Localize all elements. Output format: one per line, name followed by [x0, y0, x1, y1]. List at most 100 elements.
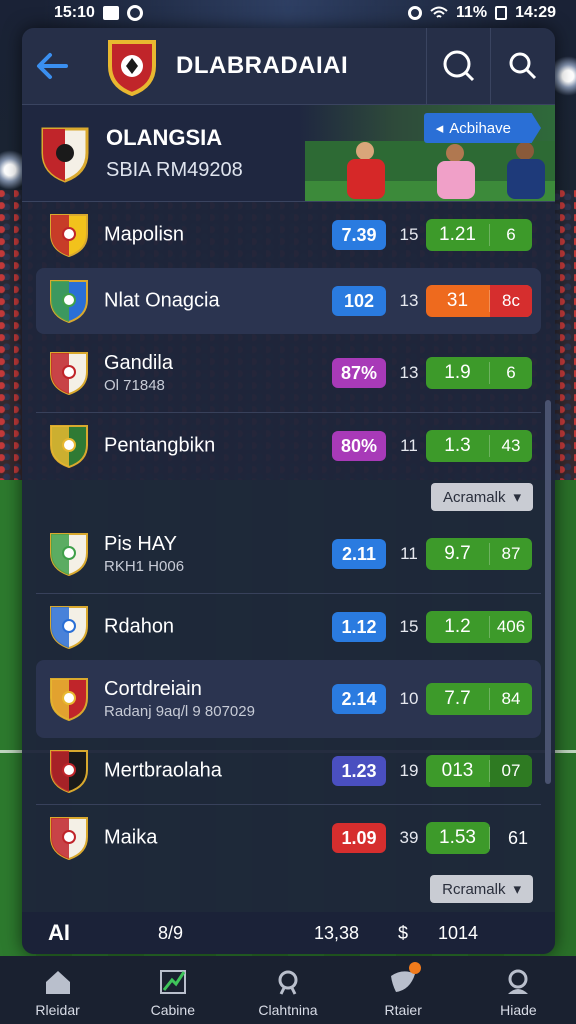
- players-photo: [305, 141, 555, 201]
- team-info: Gandila Ol 71848: [104, 352, 173, 394]
- team-crest-icon: [50, 750, 88, 794]
- nav-item-stats[interactable]: Cabine: [115, 956, 230, 1024]
- team-info: Cortdreiain Radanj 9aq/l 9 807029: [104, 678, 255, 720]
- odds-value-b: 6: [506, 363, 516, 382]
- team-name: Mertbraolaha: [104, 759, 222, 782]
- match-row[interactable]: Cortdreiain Radanj 9aq/l 9 807029 2.14 10 7.…: [36, 660, 541, 738]
- nav-item-trophy[interactable]: Clahtnina: [230, 956, 345, 1024]
- team-crest-icon: [50, 817, 88, 861]
- summary-strip: AI 8/9 13,38 $ 1014: [22, 912, 555, 954]
- odds-value-b: 61: [508, 827, 529, 848]
- odds-button[interactable]: 31 8c: [426, 285, 532, 317]
- section-chip[interactable]: Rcramalk ▾: [430, 875, 533, 903]
- match-row[interactable]: Rdahon 1.12 15 1.2 406: [22, 594, 555, 660]
- odds-value-b: 07: [490, 755, 532, 787]
- team-info: Nlat Onagcia: [104, 290, 220, 313]
- wifi-icon: [430, 6, 448, 18]
- banner-title: OLANGSIA: [106, 125, 223, 150]
- match-list: Mapolisn 7.39 15 1.21 6 Nlat Onagcia 102 13 31 8c…: [22, 202, 555, 954]
- chart-icon: [159, 970, 186, 994]
- section-chip-wrap: Acramalk ▾: [22, 479, 555, 515]
- chevron-down-icon: ▾: [513, 489, 521, 506]
- match-count: 13: [399, 291, 419, 310]
- team-name: Rdahon: [104, 615, 175, 638]
- chip-label: Acramalk: [442, 488, 506, 506]
- rating-pill[interactable]: 2.14: [332, 684, 386, 714]
- nav-label: Clahtnina: [258, 1002, 318, 1018]
- team-subtitle: Ol 71848: [104, 377, 165, 394]
- banner-subtitle: SBIA RM49208: [106, 159, 243, 181]
- arrow-left-icon: [37, 53, 68, 79]
- team-info: Mertbraolaha: [104, 760, 222, 783]
- odds-value-a: 9.7: [426, 543, 490, 565]
- rating-pill[interactable]: 1.12: [332, 612, 386, 642]
- odds-button[interactable]: 1.2 406: [426, 611, 532, 643]
- featured-team-crest-icon: [41, 127, 89, 183]
- rating-pill[interactable]: 80%: [332, 431, 386, 461]
- nav-item-profile[interactable]: Hiade: [461, 956, 576, 1024]
- rating-pill[interactable]: 87%: [332, 358, 386, 388]
- nav-label: Hiade: [500, 1002, 537, 1018]
- team-crest-icon: [50, 214, 88, 258]
- odds-button[interactable]: 7.7 84: [426, 683, 532, 715]
- status-tag[interactable]: ◂ Acbihave: [423, 113, 541, 143]
- odds-button[interactable]: 013 07: [426, 755, 532, 787]
- odds-value-a: 1.9: [426, 362, 490, 384]
- match-row[interactable]: Nlat Onagcia 102 13 31 8c: [36, 268, 541, 334]
- rating-pill[interactable]: 7.39: [332, 220, 386, 250]
- match-row[interactable]: Pentangbikn 80% 11 1.3 43: [22, 413, 555, 479]
- match-row[interactable]: Mapolisn 7.39 15 1.21 6: [22, 202, 555, 268]
- team-crest-icon: [50, 533, 88, 577]
- team-crest-icon: [50, 280, 88, 324]
- odds-value-a: 31: [426, 290, 490, 312]
- nav-label: Rleidar: [35, 1002, 80, 1018]
- summary-value-c: 1014: [438, 922, 479, 943]
- home-icon: [45, 971, 70, 994]
- chevron-down-icon: ▾: [513, 881, 521, 898]
- team-name: Pis HAY: [104, 533, 177, 555]
- odds-value-b: 6: [506, 225, 516, 244]
- app-notification-icon: [126, 5, 143, 21]
- scrollbar[interactable]: [545, 400, 551, 784]
- search-button[interactable]: [490, 28, 554, 104]
- odds-button[interactable]: 1.3 43: [426, 430, 532, 462]
- back-button[interactable]: [22, 28, 82, 104]
- nav-item-home[interactable]: Rleidar: [0, 956, 115, 1024]
- rating-pill[interactable]: 1.23: [332, 756, 386, 786]
- nav-label: Cabine: [150, 1002, 195, 1018]
- team-crest-icon: [50, 606, 88, 650]
- filter-search-button[interactable]: [426, 28, 490, 104]
- odds-button[interactable]: 9.7 87: [426, 538, 532, 570]
- battery-icon: [495, 6, 508, 20]
- rating-pill[interactable]: 102: [332, 286, 386, 316]
- team-name: Mapolisn: [104, 223, 185, 246]
- rating-pill[interactable]: 2.11: [332, 539, 386, 569]
- team-name: Cortdreiain: [104, 678, 202, 700]
- match-row[interactable]: Gandila Ol 71848 87% 13 1.9 6: [22, 334, 555, 412]
- team-info: Pis HAY RKH1 H006: [104, 533, 184, 575]
- team-subtitle: Radanj 9aq/l 9 807029: [104, 703, 255, 720]
- match-count: 19: [399, 761, 419, 780]
- rating-pill[interactable]: 1.09: [332, 823, 386, 853]
- team-info: Maika: [104, 827, 157, 850]
- odds-button[interactable]: 1.21 6: [426, 219, 532, 251]
- app-title: DLABRADAIAI: [176, 52, 349, 79]
- match-row[interactable]: Pis HAY RKH1 H006 2.11 11 9.7 87: [22, 515, 555, 593]
- section-chip-wrap: Rcramalk ▾: [22, 871, 555, 907]
- match-row[interactable]: Mertbraolaha 1.23 19 013 07: [22, 738, 555, 804]
- brand-logo: AI: [48, 920, 70, 945]
- nav-item-ball[interactable]: Rtaier: [346, 956, 461, 1024]
- match-row[interactable]: Maika 1.09 39 1.53 61: [22, 805, 555, 871]
- team-info: Mapolisn: [104, 224, 184, 247]
- team-name: Maika: [104, 826, 158, 849]
- battery-percent: 11%: [455, 4, 488, 21]
- club-crest-icon: [108, 40, 156, 96]
- odds-value-a: 013: [426, 760, 490, 782]
- featured-banner[interactable]: OLANGSIA SBIA RM49208 ◂ Acbihave: [22, 104, 555, 202]
- odds-value-b: 87: [501, 544, 521, 563]
- odds-button[interactable]: 1.9 6: [426, 357, 532, 389]
- match-count: 11: [400, 436, 418, 455]
- section-chip[interactable]: Acramalk ▾: [430, 483, 533, 511]
- search-circle-icon: [443, 50, 474, 82]
- odds-button[interactable]: 1.53: [426, 822, 490, 854]
